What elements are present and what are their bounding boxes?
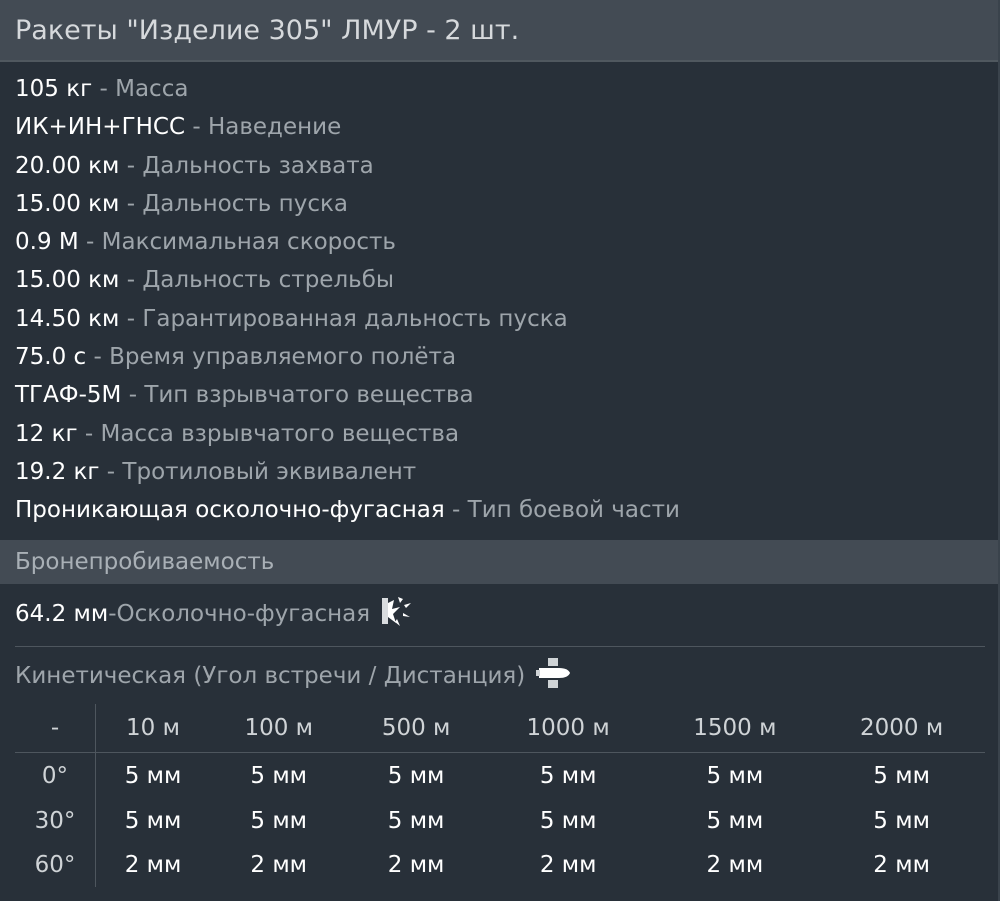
- stat-row: Проникающая осколочно-фугасная - Тип бое…: [0, 491, 998, 529]
- stat-value: 19.2 кг: [15, 458, 100, 485]
- stat-label: Масса: [115, 76, 189, 102]
- stat-row: 14.50 км - Гарантированная дальность пус…: [0, 300, 998, 338]
- stat-separator: -: [86, 344, 110, 371]
- he-penetration-value: 64.2 мм: [15, 601, 109, 627]
- stat-separator: -: [121, 382, 145, 409]
- stat-separator: -: [119, 152, 143, 179]
- penetration-cell: 5 мм: [250, 762, 308, 789]
- stat-value: 0.9 М: [15, 229, 79, 256]
- penetration-cell: 5 мм: [706, 807, 764, 834]
- distance-header: 10 м: [95, 704, 211, 753]
- penetration-cell: 5 мм: [387, 807, 445, 834]
- penetration-cell: 2 мм: [250, 852, 308, 878]
- stat-label: Дальность стрельбы: [142, 267, 395, 294]
- distance-header: 100 м: [210, 704, 348, 753]
- distance-header: 500 м: [347, 704, 485, 753]
- angle-cell: 60°: [15, 843, 96, 887]
- stat-separator: -: [92, 76, 116, 102]
- stat-label: Тротиловый эквивалент: [122, 458, 417, 485]
- stat-label: Масса взрывчатого вещества: [100, 420, 460, 447]
- stat-value: 15.00 км: [15, 190, 120, 217]
- kinetic-label: Кинетическая (Угол встречи / Дистанция): [15, 663, 526, 689]
- stat-separator: -: [119, 267, 143, 294]
- panel-title: Ракеты "Изделие 305" ЛМУР - 2 шт.: [0, 0, 998, 62]
- penetration-cell: 2 мм: [124, 852, 182, 878]
- stat-label: Тип взрывчатого вещества: [144, 382, 474, 409]
- stat-label: Наведение: [207, 114, 342, 141]
- penetration-cell: 5 мм: [387, 762, 445, 789]
- penetration-cell: 2 мм: [387, 852, 445, 878]
- stat-separator: -: [444, 497, 468, 524]
- stat-separator: -: [185, 114, 208, 141]
- stat-label: Время управляемого полёта: [109, 344, 457, 371]
- stat-label: Тип боевой части: [467, 497, 680, 524]
- stat-value: 105 кг: [15, 76, 93, 102]
- stat-row: ТГАФ-5М - Тип взрывчатого вещества: [0, 376, 998, 414]
- distance-header: 1000 м: [484, 704, 652, 753]
- stat-value: ТГАФ-5М: [15, 382, 122, 409]
- stat-value: ИК+ИН+ГНСС: [15, 114, 186, 141]
- weapon-info-panel: Ракеты "Изделие 305" ЛМУР - 2 шт. 105 кг…: [0, 0, 1000, 901]
- stat-separator: -: [119, 190, 143, 217]
- stat-value: 20.00 км: [15, 152, 120, 179]
- distance-header: 2000 м: [818, 704, 985, 753]
- table-header-row: - 10 м 100 м 500 м 1000 м 1500 м 2000 м: [15, 704, 985, 753]
- stat-row: 19.2 кг - Тротиловый эквивалент: [0, 453, 998, 491]
- penetration-cell: 2 мм: [873, 852, 930, 878]
- stat-value: Проникающая осколочно-фугасная: [15, 497, 445, 524]
- stat-label: Максимальная скорость: [101, 229, 396, 256]
- he-separator: -: [108, 601, 117, 627]
- stat-row: 75.0 с - Время управляемого полёта: [0, 338, 998, 376]
- stat-separator: -: [78, 229, 102, 256]
- angle-cell: 30°: [15, 798, 96, 843]
- stat-separator: -: [77, 420, 101, 447]
- stat-separator: -: [99, 458, 123, 485]
- penetration-cell: 5 мм: [539, 762, 597, 789]
- shell-icon: [535, 656, 571, 696]
- penetration-cell: 2 мм: [706, 852, 764, 878]
- stat-label: Гарантированная дальность пуска: [142, 305, 568, 332]
- stat-row: 0.9 М - Максимальная скорость: [0, 223, 998, 261]
- penetration-cell: 2 мм: [539, 852, 597, 878]
- stat-value: 12 кг: [15, 420, 78, 447]
- kinetic-penetration-table: - 10 м 100 м 500 м 1000 м 1500 м 2000 м …: [15, 704, 985, 887]
- stat-separator: -: [119, 305, 143, 332]
- table-row: 30° 5 мм 5 мм 5 мм 5 мм 5 мм 5 мм: [15, 798, 985, 843]
- stat-row: 15.00 км - Дальность стрельбы: [0, 261, 998, 299]
- penetration-cell: 5 мм: [124, 807, 182, 834]
- penetration-section-title: Бронепробиваемость: [0, 540, 998, 584]
- stat-value: 15.00 км: [15, 267, 120, 294]
- stat-row: 20.00 км - Дальность захвата: [0, 147, 998, 185]
- he-penetration-row: 64.2 мм - Осколочно-фугасная: [15, 594, 414, 634]
- stat-label: Дальность пуска: [142, 190, 348, 217]
- distance-header: 1500 м: [651, 704, 819, 753]
- he-penetration-label: Осколочно-фугасная: [116, 601, 371, 627]
- stat-label: Дальность захвата: [142, 152, 374, 179]
- stats-list: 105 кг - Масса ИК+ИН+ГНСС - Наведение 20…: [0, 62, 998, 530]
- table-row: 0° 5 мм 5 мм 5 мм 5 мм 5 мм 5 мм: [15, 752, 985, 798]
- explosion-icon: [380, 593, 414, 635]
- table-row: 60° 2 мм 2 мм 2 мм 2 мм 2 мм 2 мм: [15, 843, 985, 887]
- angle-cell: 0°: [15, 752, 96, 798]
- penetration-cell: 5 мм: [873, 807, 930, 834]
- penetration-cell: 5 мм: [873, 762, 930, 789]
- stat-row: 105 кг - Масса: [0, 70, 998, 108]
- section-divider: [15, 646, 985, 647]
- stat-row: 12 кг - Масса взрывчатого вещества: [0, 415, 998, 453]
- stat-value: 75.0 с: [15, 344, 87, 371]
- penetration-cell: 5 мм: [539, 807, 597, 834]
- table-corner-cell: -: [15, 704, 96, 753]
- penetration-cell: 5 мм: [250, 807, 308, 834]
- stat-row: ИК+ИН+ГНСС - Наведение: [0, 108, 998, 146]
- stat-row: 15.00 км - Дальность пуска: [0, 185, 998, 223]
- kinetic-penetration-row: Кинетическая (Угол встречи / Дистанция): [15, 656, 571, 696]
- penetration-cell: 5 мм: [706, 762, 764, 789]
- penetration-cell: 5 мм: [124, 762, 182, 789]
- stat-value: 14.50 км: [15, 305, 120, 332]
